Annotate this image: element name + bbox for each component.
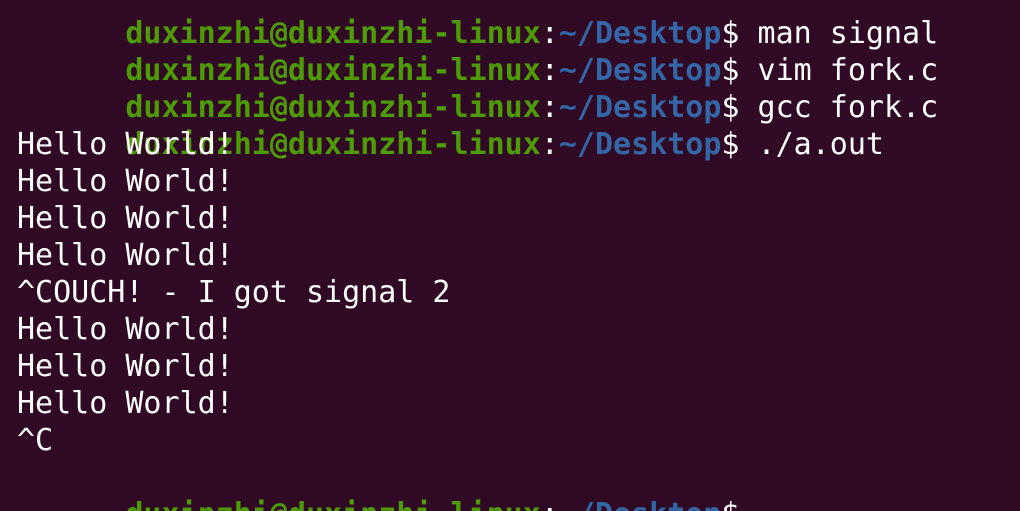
output-line: Hello World!	[17, 312, 234, 347]
prompt-colon: :	[541, 497, 559, 511]
prompt-user-host: duxinzhi@duxinzhi-linux	[125, 90, 541, 125]
prompt-colon: :	[540, 53, 559, 88]
command-text: ./a.out	[739, 127, 884, 162]
prompt-path: ~/Desktop	[558, 90, 722, 125]
prompt-dollar: $	[721, 53, 740, 88]
output-line: Hello World!	[17, 349, 234, 384]
output-line: Hello World!	[17, 164, 234, 199]
command-text: vim fork.c	[739, 53, 939, 88]
prompt-user-host: duxinzhi@duxinzhi-linux	[125, 497, 540, 511]
prompt-dollar: $	[721, 127, 740, 162]
output-line: Hello World!	[17, 201, 234, 236]
prompt-path: ~/Desktop	[559, 497, 722, 511]
prompt-user-host: duxinzhi@duxinzhi-linux	[125, 16, 541, 51]
terminal-output: duxinzhi@duxinzhi-linux:~/Desktop$ man s…	[17, 0, 939, 511]
prompt-dollar: $	[721, 497, 739, 511]
prompt-path: ~/Desktop	[558, 127, 722, 162]
terminal-window[interactable]: duxinzhi@duxinzhi-linux:~/Desktop$ man s…	[0, 0, 1020, 511]
output-line: ^COUCH! - I got signal 2	[17, 275, 451, 310]
command-text: man signal	[739, 16, 939, 51]
output-line: Hello World!	[17, 386, 234, 421]
command-text: gcc fork.c	[739, 90, 939, 125]
prompt-colon: :	[540, 127, 559, 162]
output-line: Hello World!	[17, 238, 234, 273]
prompt-path: ~/Desktop	[558, 16, 722, 51]
prompt-line: duxinzhi@duxinzhi-linux:~/Desktop$ man s…	[17, 0, 938, 51]
prompt-user-host: duxinzhi@duxinzhi-linux	[125, 53, 541, 88]
prompt-path: ~/Desktop	[558, 53, 722, 88]
prompt-line[interactable]: duxinzhi@duxinzhi-linux:~/Desktop$	[17, 459, 938, 511]
prompt-colon: :	[540, 90, 559, 125]
output-line: ^C	[17, 423, 54, 458]
prompt-dollar: $	[721, 16, 740, 51]
prompt-dollar: $	[721, 90, 740, 125]
prompt-colon: :	[540, 16, 559, 51]
